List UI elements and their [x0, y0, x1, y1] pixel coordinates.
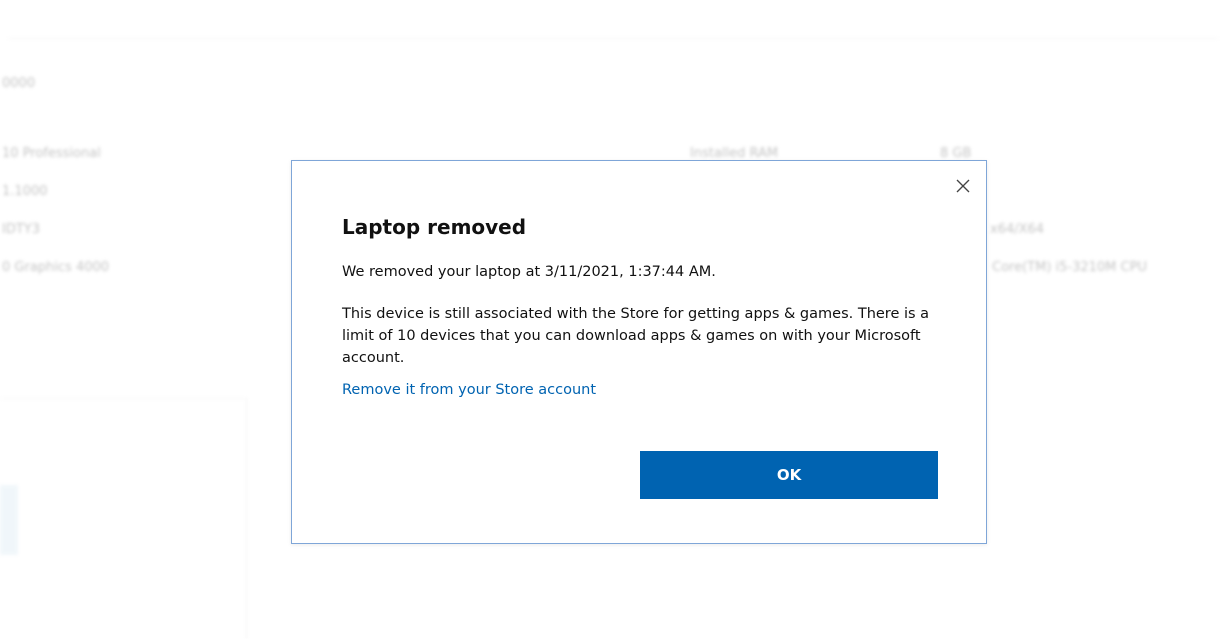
background-row-label: 0 Graphics 4000	[2, 260, 110, 275]
background-row-label: 10 Professional	[2, 146, 101, 161]
close-button[interactable]	[953, 176, 973, 196]
background-header-text: 0000	[2, 76, 36, 91]
background-row-label: 1.1000	[2, 184, 48, 199]
removed-message: We removed your laptop at 3/11/2021, 1:3…	[342, 264, 716, 280]
background-panel	[0, 398, 247, 639]
laptop-removed-dialog: Laptop removed We removed your laptop at…	[291, 160, 987, 544]
device-limit-message: This device is still associated with the…	[342, 306, 930, 366]
background-row-value: 8 GB	[940, 146, 972, 161]
background-row-label: IDTY3	[2, 222, 40, 237]
background-row-value: x64/X64	[990, 222, 1045, 237]
background-button	[0, 485, 18, 555]
ok-button[interactable]: OK	[640, 451, 938, 499]
background-row-label: Installed RAM	[690, 146, 779, 161]
background-divider	[8, 38, 1218, 39]
background-row-value: Core(TM) i5-3210M CPU	[992, 260, 1147, 275]
close-icon	[956, 179, 970, 193]
remove-from-store-link[interactable]: Remove it from your Store account	[342, 379, 596, 401]
dialog-title: Laptop removed	[342, 215, 527, 239]
